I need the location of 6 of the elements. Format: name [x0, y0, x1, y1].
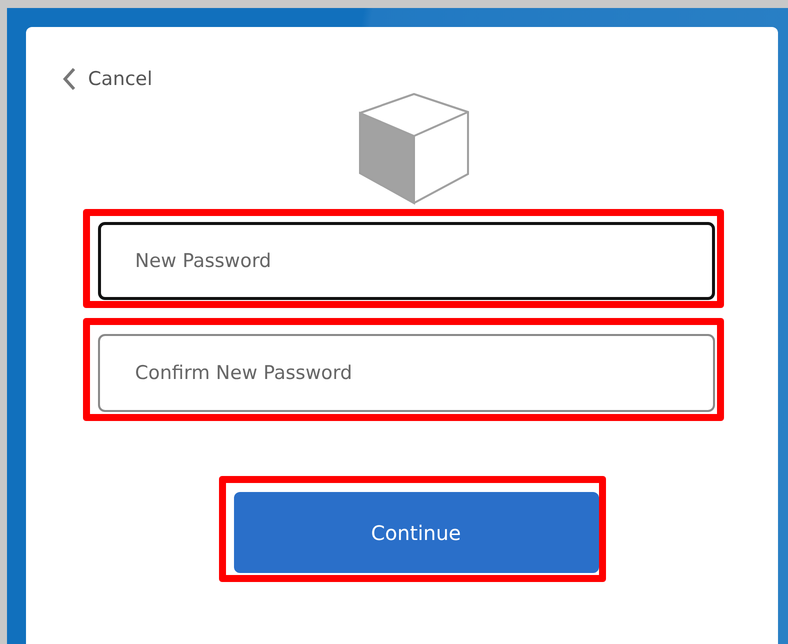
password-field[interactable]: Confirm New Password — [98, 334, 715, 412]
chevron-left-icon — [62, 67, 76, 91]
cube-icon — [357, 93, 471, 205]
continue-button[interactable]: Continue — [234, 492, 598, 573]
cancel-link[interactable]: Cancel — [62, 67, 152, 91]
password-field[interactable]: New Password — [98, 222, 715, 300]
